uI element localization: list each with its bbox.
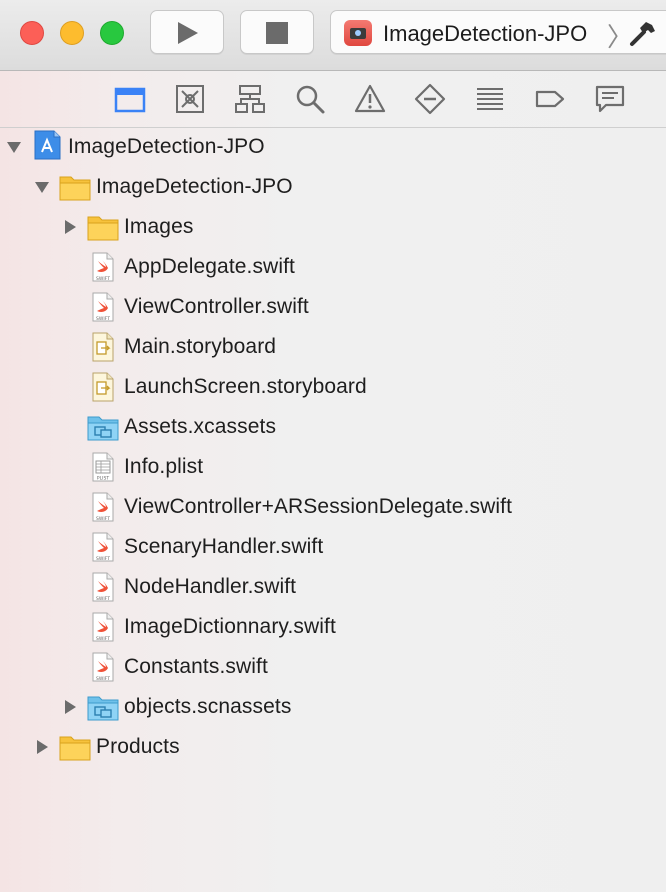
debug-lines-icon[interactable] xyxy=(474,83,506,115)
swift-file-icon: SWIFT xyxy=(87,252,119,282)
navigator-tab-bar xyxy=(0,71,666,128)
minimize-window-button[interactable] xyxy=(60,21,84,45)
zoom-window-button[interactable] xyxy=(100,21,124,45)
tree-row-file[interactable]: SWIFT ViewController+ARSessionDelegate.s… xyxy=(0,487,666,527)
swift-file-icon: SWIFT xyxy=(87,572,119,602)
file-label: ViewController.swift xyxy=(124,295,309,318)
swift-file-icon: SWIFT xyxy=(87,612,119,642)
file-label: ImageDictionnary.swift xyxy=(124,615,336,638)
yellow-folder-icon xyxy=(59,172,91,202)
navigator-panel: ImageDetection-JPO ImageDetection-JPO Im… xyxy=(0,71,666,892)
xcode-project-icon xyxy=(32,130,64,160)
file-label: AppDelegate.swift xyxy=(124,255,295,278)
tree-row-products-folder[interactable]: Products xyxy=(0,727,666,767)
svg-text:SWIFT: SWIFT xyxy=(96,276,110,282)
asset-folder-icon xyxy=(87,692,119,722)
swift-file-icon: SWIFT xyxy=(87,292,119,322)
stop-icon xyxy=(266,22,288,44)
file-label: Constants.swift xyxy=(124,655,268,678)
file-label: Assets.xcassets xyxy=(124,415,277,438)
plist-file-icon: PLIST xyxy=(87,452,119,482)
close-window-button[interactable] xyxy=(20,21,44,45)
tree-row-images-folder[interactable]: Images xyxy=(0,207,666,247)
file-label: ViewController+ARSessionDelegate.swift xyxy=(124,495,513,518)
tree-row-file[interactable]: SWIFT ImageDictionnary.swift xyxy=(0,607,666,647)
file-label: Info.plist xyxy=(124,455,204,478)
svg-text:SWIFT: SWIFT xyxy=(96,556,110,562)
hierarchy-icon[interactable] xyxy=(234,83,266,115)
swift-file-icon: SWIFT xyxy=(87,652,119,682)
file-label: NodeHandler.swift xyxy=(124,575,297,598)
scheme-selector[interactable]: ImageDetection-JPO 〉 xyxy=(330,10,666,54)
tree-row-file[interactable]: PLIST Info.plist xyxy=(0,447,666,487)
group-name-label: ImageDetection-JPO xyxy=(96,175,293,198)
scheme-label: ImageDetection-JPO xyxy=(383,21,588,46)
folder-label: objects.scnassets xyxy=(124,695,292,718)
play-icon xyxy=(178,22,198,44)
disclosure-right-icon[interactable] xyxy=(62,219,78,235)
folder-icon[interactable] xyxy=(114,83,146,115)
tree-row-file[interactable]: SWIFT Constants.swift xyxy=(0,647,666,687)
tree-row-file[interactable]: SWIFT AppDelegate.swift xyxy=(0,247,666,287)
project-name-label: ImageDetection-JPO xyxy=(68,135,265,158)
asset-catalog-icon xyxy=(87,412,119,442)
storyboard-file-icon xyxy=(87,372,119,402)
file-label: Main.storyboard xyxy=(124,335,277,358)
svg-text:SWIFT: SWIFT xyxy=(96,516,110,522)
tree-row-file[interactable]: LaunchScreen.storyboard xyxy=(0,367,666,407)
hammer-icon xyxy=(627,19,657,49)
warning-icon[interactable] xyxy=(354,83,386,115)
tree-row-file[interactable]: Assets.xcassets xyxy=(0,407,666,447)
source-control-icon[interactable] xyxy=(174,83,206,115)
svg-text:SWIFT: SWIFT xyxy=(96,636,110,642)
folder-label: Products xyxy=(96,735,180,758)
disclosure-down-icon[interactable] xyxy=(6,139,22,155)
tree-row-file[interactable]: SWIFT ScenaryHandler.swift xyxy=(0,527,666,567)
disclosure-right-icon[interactable] xyxy=(34,739,50,755)
window-toolbar: ImageDetection-JPO 〉 xyxy=(0,0,666,71)
svg-text:SWIFT: SWIFT xyxy=(96,676,110,682)
file-label: ScenaryHandler.swift xyxy=(124,535,324,558)
storyboard-file-icon xyxy=(87,332,119,362)
run-button[interactable] xyxy=(150,10,224,54)
stop-button[interactable] xyxy=(240,10,314,54)
app-camera-icon xyxy=(344,20,372,46)
breakpoint-tag-icon[interactable] xyxy=(534,83,566,115)
tree-row-file[interactable]: Main.storyboard xyxy=(0,327,666,367)
search-icon[interactable] xyxy=(294,83,326,115)
test-diamond-icon[interactable] xyxy=(414,83,446,115)
tree-row-file[interactable]: SWIFT ViewController.swift xyxy=(0,287,666,327)
report-bubble-icon[interactable] xyxy=(594,83,626,115)
disclosure-down-icon[interactable] xyxy=(34,179,50,195)
swift-file-icon: SWIFT xyxy=(87,532,119,562)
yellow-folder-icon xyxy=(87,212,119,242)
svg-text:SWIFT: SWIFT xyxy=(96,316,110,322)
file-label: LaunchScreen.storyboard xyxy=(124,375,367,398)
tree-row-project[interactable]: ImageDetection-JPO xyxy=(0,127,666,167)
svg-text:PLIST: PLIST xyxy=(97,476,109,482)
tree-row-file[interactable]: SWIFT NodeHandler.swift xyxy=(0,567,666,607)
tree-row-scnassets-folder[interactable]: objects.scnassets xyxy=(0,687,666,727)
swift-file-icon: SWIFT xyxy=(87,492,119,522)
svg-text:SWIFT: SWIFT xyxy=(96,596,110,602)
folder-label: Images xyxy=(124,215,194,238)
disclosure-right-icon[interactable] xyxy=(62,699,78,715)
yellow-folder-icon xyxy=(59,732,91,762)
tree-row-group[interactable]: ImageDetection-JPO xyxy=(0,167,666,207)
